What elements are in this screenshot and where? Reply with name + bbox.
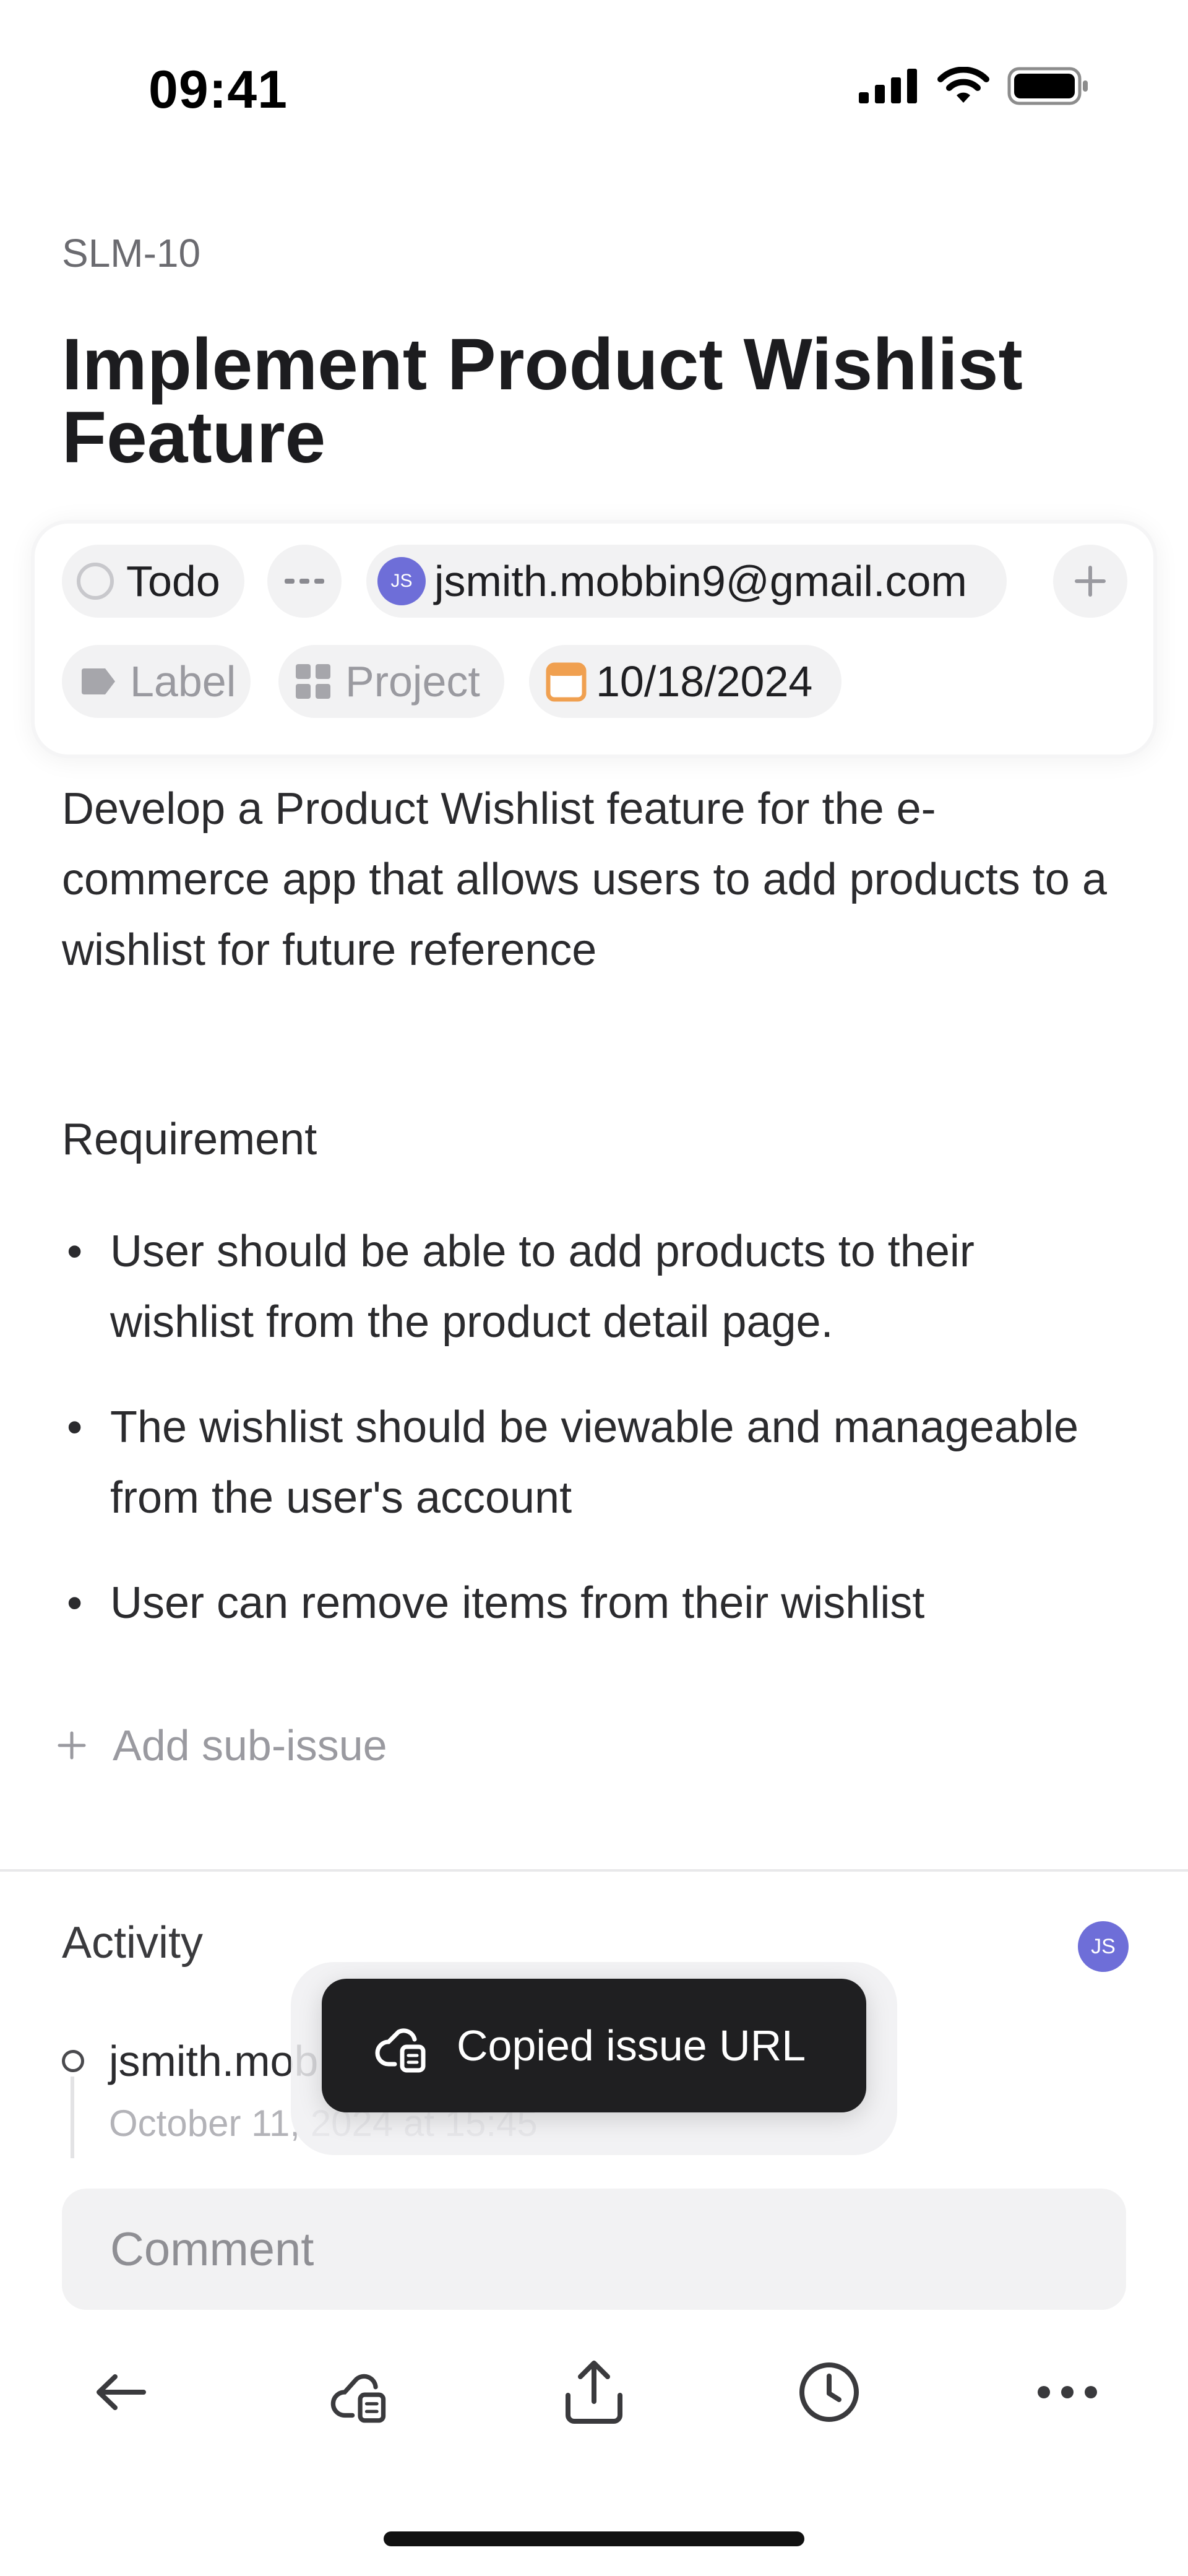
signal-icon: [859, 69, 917, 103]
activity-timeline-dot: [62, 2050, 84, 2072]
share-icon: [566, 2361, 622, 2424]
tag-icon: [82, 668, 115, 694]
due-date-text: 10/18/2024: [596, 657, 813, 706]
activity-user: jsmith.mob: [109, 2037, 319, 2085]
wifi-icon: [937, 67, 989, 103]
requirement-heading: Requirement: [62, 1115, 317, 1164]
due-date-chip[interactable]: 10/18/2024: [529, 645, 842, 718]
issue-description[interactable]: Develop a Product Wishlist feature for t…: [62, 774, 1126, 985]
more-icon: [1038, 2386, 1097, 2398]
label-chip[interactable]: Label: [62, 645, 251, 718]
add-sub-issue-label: Add sub-issue: [113, 1721, 387, 1770]
list-item: • The wishlist should be viewable and man…: [62, 1392, 1126, 1533]
issue-id: SLM-10: [62, 231, 201, 275]
activity-timeline-line: [71, 2077, 74, 2158]
share-button[interactable]: [548, 2346, 640, 2439]
issue-title[interactable]: Implement Product Wishlist Feature: [62, 328, 1126, 474]
label-text: Label: [130, 657, 236, 706]
toast: Copied issue URL: [322, 1979, 866, 2112]
home-indicator: [384, 2531, 804, 2546]
priority-dashes-icon: [285, 579, 324, 584]
add-sub-issue-button[interactable]: Add sub-issue: [56, 1721, 387, 1770]
status-label: Todo: [126, 557, 220, 605]
status-time: 09:41: [148, 60, 288, 119]
project-chip[interactable]: Project: [278, 645, 504, 718]
copy-link-button[interactable]: [312, 2346, 405, 2439]
requirement-text: User should be able to add products to t…: [110, 1227, 975, 1347]
status-icons: [858, 67, 1089, 105]
avatar[interactable]: JS: [1078, 1921, 1129, 1972]
plus-icon: [58, 1731, 86, 1760]
clock-icon: [799, 2362, 859, 2422]
section-divider: [0, 1869, 1188, 1872]
history-button[interactable]: [783, 2346, 876, 2439]
assignee-email: jsmith.mobbin9@gmail.com: [434, 557, 967, 605]
list-item: • User should be able to add products to …: [62, 1216, 1126, 1357]
status-todo-icon: [77, 563, 114, 600]
project-text: Project: [345, 657, 480, 706]
bullet: •: [67, 1403, 83, 1452]
status-bar: 09:41: [0, 0, 1188, 173]
comment-input[interactable]: Comment: [62, 2189, 1126, 2310]
link-copy-icon: [375, 2028, 426, 2073]
priority-chip[interactable]: [267, 545, 342, 618]
battery-icon: [1007, 67, 1088, 105]
activity-title: Activity: [62, 1918, 204, 1968]
add-property-button[interactable]: [1053, 545, 1127, 618]
list-item: • User can remove items from their wishli…: [62, 1568, 1126, 1638]
back-button[interactable]: [74, 2346, 167, 2439]
bottom-toolbar: [0, 2346, 1188, 2439]
plus-icon: [1075, 566, 1106, 597]
assignee-avatar: JS: [377, 557, 426, 605]
more-button[interactable]: [1021, 2346, 1114, 2439]
requirement-text: The wishlist should be viewable and mana…: [110, 1403, 1078, 1523]
assignee-chip[interactable]: JS jsmith.mobbin9@gmail.com: [366, 545, 1007, 618]
toast-message: Copied issue URL: [457, 2021, 806, 2070]
calendar-icon: [546, 662, 587, 702]
project-grid-icon: [296, 664, 330, 699]
bullet: •: [67, 1227, 83, 1276]
back-arrow-icon: [97, 2374, 146, 2410]
bullet: •: [67, 1578, 83, 1628]
copy-link-icon: [330, 2374, 386, 2423]
status-chip[interactable]: Todo: [62, 545, 244, 618]
requirement-text: User can remove items from their wishlis…: [110, 1578, 925, 1628]
requirement-list: • User should be able to add products to …: [62, 1216, 1126, 1673]
